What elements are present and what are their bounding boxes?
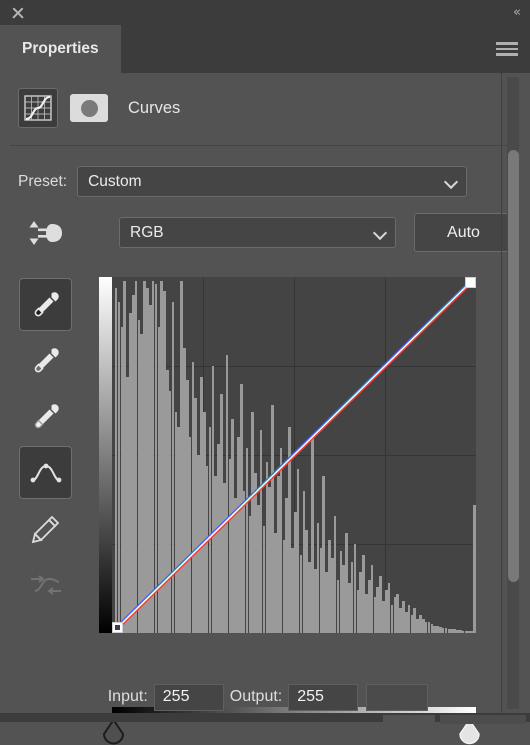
auto-button[interactable]: Auto	[414, 213, 513, 252]
panel-tab-strip: Properties	[0, 25, 530, 73]
curves-grid[interactable]	[112, 277, 476, 633]
mask-shape	[80, 99, 98, 117]
tab-properties[interactable]: Properties	[0, 25, 121, 73]
curve-control-point[interactable]	[112, 622, 123, 633]
curve-line	[112, 277, 476, 633]
input-field[interactable]: 255	[153, 683, 224, 711]
collapse-double-arrow-icon[interactable]: «	[513, 6, 521, 19]
tab-strip-filler	[121, 25, 484, 73]
panel-bottom-edge	[0, 713, 530, 724]
bottom-edge-chip-secondary	[440, 715, 526, 724]
curve-point-tool[interactable]	[19, 446, 72, 499]
curves-tools-column	[19, 278, 72, 611]
chevron-down-icon	[445, 175, 458, 188]
curves-adjustment-icon[interactable]	[18, 88, 58, 128]
close-icon[interactable]	[10, 5, 26, 21]
auto-button-label: Auto	[447, 223, 480, 241]
output-field[interactable]: 255	[288, 683, 359, 711]
channel-dropdown[interactable]: RGB	[119, 217, 396, 248]
curves-graph[interactable]	[99, 277, 476, 633]
smooth-curve-tool	[19, 558, 72, 611]
channel-value: RGB	[130, 223, 164, 241]
output-label: Output:	[229, 688, 283, 705]
io-row-filler	[366, 683, 429, 711]
hamburger-menu-icon[interactable]	[484, 25, 530, 73]
tab-properties-label: Properties	[22, 40, 99, 57]
header-divider	[10, 145, 520, 146]
pencil-draw-tool[interactable]	[19, 502, 72, 555]
black-point-slider[interactable]	[102, 719, 125, 745]
adjustment-header: Curves	[18, 88, 180, 128]
input-output-row: Input: 255 Output: 255	[0, 682, 530, 712]
preset-dropdown[interactable]: Custom	[77, 166, 468, 197]
chevron-down-icon	[374, 226, 387, 239]
page-title: Curves	[128, 98, 181, 117]
panel-edge-divider	[501, 73, 502, 713]
white-point-eyedropper[interactable]	[19, 390, 72, 443]
black-point-eyedropper[interactable]	[19, 278, 72, 331]
input-label: Input:	[107, 688, 148, 705]
scrollbar-thumb[interactable]	[508, 150, 519, 582]
properties-panel-body: Curves Preset: Custom RGB Auto	[0, 73, 530, 745]
on-image-adjustment-icon[interactable]	[18, 214, 74, 252]
preset-row: Preset: Custom	[18, 166, 468, 197]
bottom-edge-chip	[383, 715, 435, 724]
layer-mask-thumbnail[interactable]	[70, 94, 108, 122]
preset-value: Custom	[88, 172, 142, 190]
output-gradient-strip	[99, 277, 112, 633]
window-title-bar: «	[0, 0, 530, 25]
preset-label: Preset:	[18, 172, 68, 190]
curve-control-point[interactable]	[465, 277, 476, 288]
channel-row: RGB Auto	[18, 213, 513, 252]
gray-point-eyedropper[interactable]	[19, 334, 72, 387]
